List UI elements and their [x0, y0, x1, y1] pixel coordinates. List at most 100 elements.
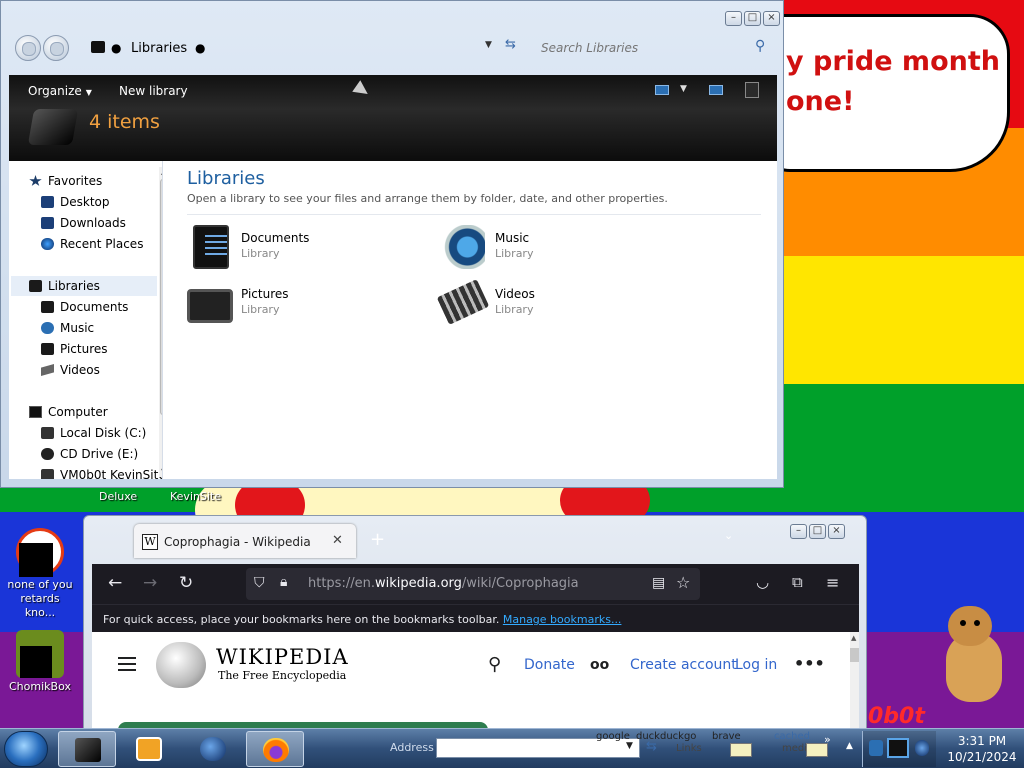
back-icon[interactable]: ← [108, 573, 122, 593]
maximize-button[interactable]: □ [744, 11, 761, 26]
url-text[interactable]: https://en.wikipedia.org/wiki/Coprophagi… [308, 576, 579, 591]
nav-downloads[interactable]: Downloads [41, 213, 126, 233]
link-cached[interactable]: cached [774, 731, 810, 742]
close-button[interactable]: × [763, 11, 780, 26]
taskbar-explorer[interactable] [58, 731, 116, 767]
link-brave[interactable]: brave [712, 731, 741, 742]
link-google[interactable]: google [596, 731, 630, 742]
change-view-icon[interactable] [655, 85, 669, 95]
address-dropdown-icon[interactable]: ▼ [485, 40, 492, 50]
create-account-link[interactable]: Create account [630, 657, 737, 673]
content-pane: Libraries Open a library to see your fil… [163, 161, 777, 479]
address-bar[interactable]: ● Libraries ● [81, 36, 537, 60]
page-scrollbar[interactable]: ▲ [850, 632, 859, 732]
bookmark-star-icon[interactable]: ☆ [676, 573, 690, 592]
taskbar-firefox[interactable] [246, 731, 304, 767]
library-documents[interactable]: Documents Library [187, 223, 427, 273]
desktop-icon-file[interactable]: none of you retards kno... [4, 528, 76, 620]
extensions-icon[interactable]: ⧉ [792, 573, 803, 591]
main-menu-icon[interactable] [118, 657, 136, 671]
search-icon[interactable]: ⚲ [755, 38, 765, 54]
breadcrumb-separator[interactable]: ● [111, 41, 121, 55]
address-dropdown-icon[interactable]: ▼ [626, 741, 633, 751]
nav-favorites[interactable]: Favorites [29, 171, 102, 191]
tab-close-icon[interactable]: ✕ [332, 533, 343, 548]
breadcrumb-libraries[interactable]: Libraries [131, 41, 187, 56]
nav-desktop[interactable]: Desktop [41, 192, 110, 212]
desktop-icon [41, 196, 54, 208]
manage-bookmarks-link[interactable]: Manage bookmarks... [503, 613, 622, 626]
more-options-icon[interactable]: ••• [794, 654, 825, 673]
forward-icon[interactable]: → [143, 573, 157, 593]
organize-menu[interactable]: Organize ▼ [28, 84, 92, 98]
link-duckduckgo[interactable]: duckduckgo [636, 731, 696, 742]
nav-network-drive[interactable]: VM0b0t KevinSite [41, 465, 162, 479]
divider [187, 214, 761, 215]
nav-computer[interactable]: Computer [29, 402, 108, 422]
address-toolbar-label: Address [390, 741, 434, 754]
maximize-button[interactable]: □ [809, 524, 826, 539]
link-medi[interactable]: medi [782, 743, 807, 754]
reload-icon[interactable]: ↻ [179, 573, 193, 593]
help-icon[interactable] [745, 82, 759, 98]
scroll-up-icon[interactable]: ▲ [851, 634, 856, 642]
desktop-label-deluxe: Deluxe [99, 490, 138, 503]
volume-icon[interactable] [915, 740, 929, 756]
document-shortcut-icon[interactable] [730, 743, 752, 757]
search-icon[interactable]: ⚲ [488, 654, 501, 675]
library-pictures[interactable]: Pictures Library [187, 279, 427, 329]
lock-icon[interactable]: 🔒︎ [280, 574, 287, 590]
library-videos[interactable]: Videos Library [436, 279, 681, 329]
url-bar[interactable]: ⛉ 🔒︎ https://en.wikipedia.org/wiki/Copro… [246, 568, 700, 600]
wallpaper-deco-text: 0b0t [868, 704, 925, 729]
libraries-icon [29, 280, 42, 292]
nav-local-disk[interactable]: Local Disk (C:) [41, 423, 146, 443]
donate-link[interactable]: Donate [524, 657, 575, 673]
organize-label: Organize [28, 84, 82, 98]
appearance-glasses-icon[interactable]: oo [590, 657, 609, 673]
wikipedia-wordmark[interactable]: WIKIPEDIA [216, 645, 349, 669]
tray-app-icon[interactable] [869, 740, 883, 756]
tracking-protection-shield-icon[interactable]: ⛉ [254, 575, 265, 591]
more-links-chevron-icon[interactable]: » [824, 733, 831, 746]
minimize-button[interactable]: – [790, 524, 807, 539]
clock[interactable]: 3:31 PM 10/21/2024 [940, 733, 1024, 765]
nav-videos[interactable]: Videos [41, 360, 100, 380]
nav-cd-drive[interactable]: CD Drive (E:) [41, 444, 138, 464]
new-tab-icon[interactable]: + [370, 529, 385, 550]
network-icon[interactable] [887, 738, 909, 758]
view-dropdown-icon[interactable]: ▼ [680, 84, 687, 94]
scroll-thumb[interactable] [850, 648, 859, 662]
tab-coprophagia-wikipedia[interactable]: W Coprophagia - Wikipedia ✕ [134, 524, 356, 558]
taskbar: Address ▼ ⇆ google duckduckgo brave cach… [0, 728, 1024, 768]
nav-pictures[interactable]: Pictures [41, 339, 108, 359]
nav-libraries[interactable]: Libraries [11, 276, 157, 296]
reader-view-icon[interactable]: ▤ [652, 575, 665, 591]
desktop-icon-chomikbox[interactable]: ChomikBox [4, 630, 76, 694]
clock-date: 10/21/2024 [947, 750, 1017, 764]
back-button[interactable] [15, 35, 41, 61]
list-all-tabs-icon[interactable]: ⌄ [724, 529, 733, 542]
wikipedia-globe-logo[interactable] [156, 642, 206, 688]
forward-button[interactable] [43, 35, 69, 61]
libraries-large-icon [27, 109, 79, 145]
nav-recent-places[interactable]: Recent Places [41, 234, 143, 254]
new-library-button[interactable]: New library [119, 84, 188, 98]
taskbar-app[interactable] [184, 731, 242, 767]
login-link[interactable]: Log in [735, 657, 777, 673]
show-hidden-icons[interactable]: ▲ [846, 741, 853, 751]
menu-hamburger-icon[interactable]: ≡ [826, 573, 839, 592]
close-button[interactable]: × [828, 524, 845, 539]
library-music[interactable]: Music Library [441, 223, 681, 273]
search-input[interactable] [531, 36, 779, 60]
minimize-button[interactable]: – [725, 11, 742, 26]
refresh-icon[interactable]: ⇆ [505, 37, 516, 52]
taskbar-media-player[interactable] [120, 731, 178, 767]
desktop-icon-label: none of you retards kno... [7, 578, 73, 619]
pocket-icon[interactable]: ◡ [756, 573, 769, 591]
start-button[interactable] [4, 731, 48, 767]
nav-documents[interactable]: Documents [41, 297, 128, 317]
nav-music[interactable]: Music [41, 318, 94, 338]
preview-pane-icon[interactable] [709, 85, 723, 95]
breadcrumb-separator[interactable]: ● [195, 41, 205, 55]
